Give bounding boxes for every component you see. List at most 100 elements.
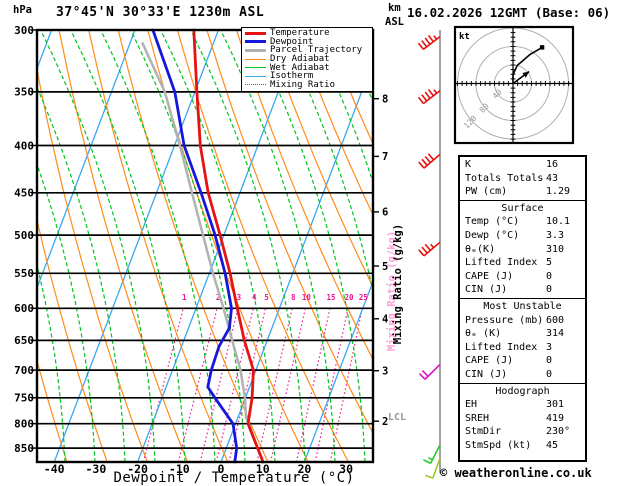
table-row-label: Pressure (mb) [465,314,544,326]
table-row-label: PW (cm) [465,186,508,198]
km-tick-label: 6 [382,207,388,219]
pressure-tick-label: 500 [14,229,34,242]
table-row: K 16 [460,158,585,172]
table-row-label: SREH [465,412,490,424]
skewt-sounding-page: 300 350 400 450 500 550 600 650 700 750 800 850 1 2 3 4… [0,0,629,486]
table-row-label: Temp (°C) [465,216,520,228]
wind-barb [418,153,441,169]
mixing-ratio-value-label: 25 [359,293,368,302]
table-row-value: 230° [546,426,571,438]
mixing-ratio-line [256,308,293,462]
legend-label: Mixing Ratio [270,79,336,90]
table-section: K 16 Totals Totals 43 PW (cm) 1.29 [460,157,585,200]
mixing-ratio-line [314,308,349,462]
table-row: CAPE (J) 0 [460,354,585,368]
altitude-axis-unit-asl: ASL [385,16,404,28]
table-row-label: θₑ(K) [465,243,496,255]
table-row: CIN (J) 0 [460,368,585,382]
legend-line-sample [245,75,266,77]
table-row-label: Lifted Index [465,257,538,269]
pressure-tick-label: 850 [14,442,34,455]
table-row: Lifted Index 3 [460,341,585,355]
curve-parcel-trajectory [141,41,265,464]
legend-line-sample [245,67,266,69]
table-row: Lifted Index 5 [460,256,585,270]
table-row: EH 301 [460,398,585,412]
table-row-label: StmDir [465,426,502,438]
table-row-value: 0 [546,270,553,282]
legend-label: Dry Adiabat [270,54,330,65]
pressure-tick-label: 450 [14,187,34,200]
table-row-value: 419 [546,412,565,424]
copyright: © weatheronline.co.uk [440,466,592,480]
wind-barb [418,241,441,257]
mixing-ratio-value-label: 10 [302,293,312,302]
run-datetime: 16.02.2026 12GMT (Base: 06) [407,5,611,20]
table-row-value: 0 [546,355,553,367]
hodograph-ring-label: 80 [478,102,491,115]
pressure-tick-label: 800 [14,418,34,431]
wind-barb [423,444,441,465]
wind-barb [418,363,441,380]
chart-legend: Temperature Dewpoint Parcel Trajectory Dry … [241,27,373,92]
pressure-tick-label: 750 [14,392,34,405]
mixing-ratio-value-label: 8 [291,293,296,302]
mixing-ratio-value-label: 4 [252,293,257,302]
table-row-value: 301 [546,399,565,411]
mixing-ratio-value-label: 5 [264,293,269,302]
mixing-ratio-value-label: 3 [237,293,242,302]
indices-table: K 16 Totals Totals 43 PW (cm) 1.29 Surface Temp… [458,155,587,462]
lcl-label: LCL [388,412,406,423]
table-row: Pressure (mb) 600 [460,314,585,328]
pressure-tick-label: 400 [14,139,34,152]
pressure-tick-label: 350 [14,86,34,99]
table-row-value: 0 [546,368,553,380]
table-row-value: 314 [546,328,565,340]
pressure-tick-label: 550 [14,267,34,280]
km-tick-label: 8 [382,94,388,106]
table-row-label: Totals Totals [465,172,544,184]
table-row-label: CIN (J) [465,368,508,380]
table-row: CIN (J) 0 [460,283,585,297]
mixing-ratio-value-label: 15 [326,293,335,302]
wind-barb [417,34,441,51]
table-section: Hodograph EH 301 SREH 419 StmDir 230° StmSpd (k… [460,382,585,454]
table-row-value: 10.1 [546,216,571,228]
table-row: StmDir 230° [460,425,585,439]
table-section-header: Hodograph [495,385,550,397]
station-title: 37°45'N 30°33'E 1230m ASL [56,5,265,20]
wind-barb [417,89,441,105]
km-tick-label: 3 [382,366,388,378]
legend-line-sample [245,84,266,86]
table-row-label: K [465,159,472,170]
mixing-ratio-line [270,308,306,462]
table-row: SREH 419 [460,412,585,426]
legend-line-sample [245,58,266,60]
hodograph: 4080120kt [453,25,575,145]
table-row-label: θₑ (K) [465,328,502,340]
table-row-label: StmSpd (kt) [465,439,532,451]
hodograph-trace-end-marker [539,45,545,50]
legend-line-sample [245,48,266,52]
table-row-value: 1.29 [546,186,571,198]
mixing-ratio-line [142,308,184,462]
hodograph-ring-label: 120 [462,114,479,131]
km-tick-label: 7 [382,151,388,163]
table-section: Most Unstable Pressure (mb) 600 θₑ (K) 314 Li… [460,297,585,383]
table-row-value: 16 [546,159,559,170]
x-axis-title: Dewpoint / Temperature (°C) [113,470,355,486]
table-row-value: 600 [546,314,565,326]
legend-line-sample [245,40,266,44]
pressure-tick-label: 600 [14,302,34,315]
legend-row: Mixing Ratio [242,79,372,90]
table-section-header: Most Unstable [483,300,562,312]
table-row: θₑ (K) 314 [460,327,585,341]
table-row-label: EH [465,399,478,411]
table-row-label: CIN (J) [465,284,508,296]
mixing-ratio-value-label: 1 [182,293,187,302]
table-row-value: 0 [546,284,553,296]
table-row: Temp (°C) 10.1 [460,215,585,229]
altitude-axis-unit-km: km [388,2,401,14]
table-row-value: 45 [546,439,559,451]
table-row-value: 5 [546,257,553,269]
